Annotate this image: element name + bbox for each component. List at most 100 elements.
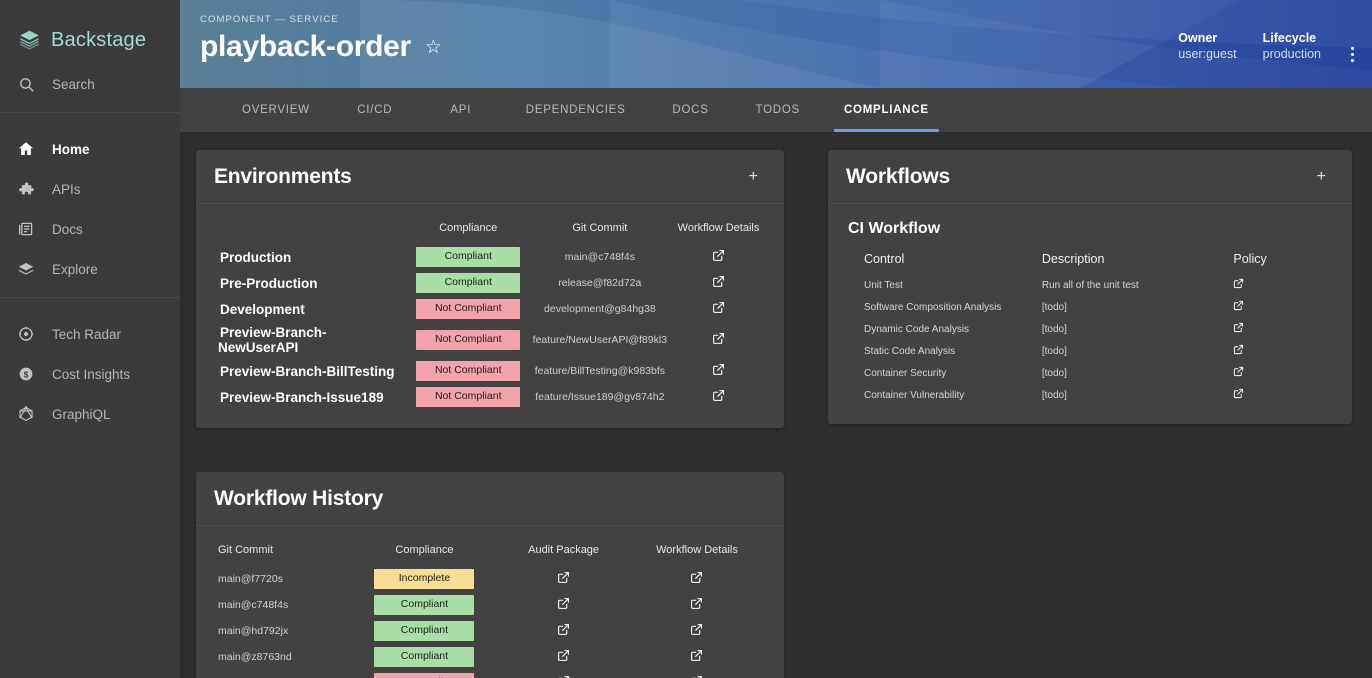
workflow-details-external-link-icon[interactable] (712, 301, 725, 314)
workflow-details-external-link-icon[interactable] (712, 249, 725, 262)
environment-name: Preview-Branch-NewUserAPI (218, 325, 327, 355)
workflows-title: Workflows (846, 165, 950, 188)
sidebar-item-label: Search (52, 76, 95, 92)
entity-page-header: COMPONENT — SERVICE playback-order ☆ Own… (180, 0, 1372, 88)
git-commit-value: main@f7720s (218, 573, 283, 585)
table-row: Pre-Production Compliant release@f82d72a (214, 270, 766, 296)
audit-package-external-link-icon[interactable] (557, 623, 570, 636)
workflow-details-external-link-icon[interactable] (690, 597, 703, 610)
col-compliance: Compliance (439, 222, 498, 234)
brand[interactable]: Backstage (0, 0, 180, 58)
sidebar-item-home[interactable]: Home (0, 129, 180, 169)
tab-docs[interactable]: DOCS (648, 88, 734, 132)
policy-external-link-icon[interactable] (1233, 388, 1244, 399)
workflow-details-external-link-icon[interactable] (712, 363, 725, 376)
compliance-content: Environments + Compliance Git Commit Wor… (180, 132, 1372, 678)
tab-dependencies[interactable]: DEPENDENCIES (504, 88, 648, 132)
control-name: Dynamic Code Analysis (864, 323, 970, 335)
git-commit-value: feature/BillTesting@k983bfs (534, 365, 665, 377)
workflow-history-title: Workflow History (214, 487, 384, 510)
environment-name: Pre-Production (220, 275, 318, 291)
workflow-details-external-link-icon[interactable] (712, 389, 725, 402)
app-root: Backstage Search Home APIs Docs Explore … (0, 0, 1372, 678)
layers-icon (16, 259, 36, 279)
tab-label: DEPENDENCIES (525, 104, 626, 116)
table-row: Dynamic Code Analysis [todo] (846, 318, 1334, 340)
workflow-details-external-link-icon[interactable] (712, 332, 725, 345)
audit-package-external-link-icon[interactable] (557, 571, 570, 584)
environments-card-header: Environments + (196, 150, 784, 204)
radar-icon (16, 324, 36, 344)
workflow-history-table: Git Commit Compliance Audit Package Work… (214, 536, 766, 678)
sidebar-item-docs[interactable]: Docs (0, 209, 180, 249)
col-audit-package: Audit Package (528, 544, 600, 556)
sidebar-item-explore[interactable]: Explore (0, 249, 180, 289)
environment-name: Preview-Branch-BillTesting (220, 363, 395, 379)
tab-api[interactable]: API (418, 88, 504, 132)
sidebar-tools-group: Tech Radar $ Cost Insights GraphiQL (0, 308, 180, 434)
audit-package-external-link-icon[interactable] (557, 649, 570, 662)
workflows-card-body: CI Workflow Control Description Policy U… (828, 204, 1352, 424)
sidebar-item-label: Explore (52, 261, 98, 277)
environment-name: Preview-Branch-Issue189 (220, 389, 384, 405)
workflow-details-external-link-icon[interactable] (690, 649, 703, 662)
control-name: Static Code Analysis (864, 345, 956, 357)
workflow-details-external-link-icon[interactable] (690, 571, 703, 584)
workflow-history-card: Workflow History Git Commit Compliance A… (196, 472, 784, 678)
tab-overview[interactable]: OVERVIEW (220, 88, 332, 132)
add-environment-button[interactable]: + (743, 167, 764, 187)
lifecycle-value: production (1262, 47, 1321, 61)
entity-tabs: OVERVIEW CI/CD API DEPENDENCIES DOCS TODOS COM… (180, 88, 1372, 132)
col-control: Control (864, 252, 905, 266)
control-description: [todo] (1041, 345, 1067, 357)
sidebar-item-cost-insights[interactable]: $ Cost Insights (0, 354, 180, 394)
ci-workflow-table: Control Description Policy Unit Test Run … (846, 248, 1334, 406)
audit-package-external-link-icon[interactable] (557, 597, 570, 610)
lifecycle-label: Lifecycle (1262, 31, 1317, 45)
col-environment (214, 214, 408, 244)
sidebar-item-tech-radar[interactable]: Tech Radar (0, 314, 180, 354)
policy-external-link-icon[interactable] (1233, 366, 1244, 377)
page-title: playback-order (200, 30, 411, 63)
tab-label: API (450, 104, 472, 116)
policy-external-link-icon[interactable] (1233, 300, 1244, 311)
policy-external-link-icon[interactable] (1233, 344, 1244, 355)
sidebar-item-search[interactable]: Search (0, 64, 180, 104)
policy-external-link-icon[interactable] (1233, 278, 1244, 289)
kebab-menu-icon[interactable] (1351, 30, 1354, 62)
status-badge: Not Compliant (416, 387, 521, 407)
status-badge: Not Compliant (416, 299, 521, 319)
table-row: Preview-Branch-BillTesting Not Compliant f… (214, 358, 766, 384)
col-git-commit: Git Commit (572, 222, 628, 234)
svg-text:$: $ (24, 370, 29, 379)
col-compliance: Compliance (395, 544, 454, 556)
git-commit-value: main@z8763nd (218, 651, 292, 663)
sidebar-search-group: Search (0, 58, 180, 104)
policy-external-link-icon[interactable] (1233, 322, 1244, 333)
table-header-row: Git Commit Compliance Audit Package Work… (214, 536, 766, 566)
workflow-details-external-link-icon[interactable] (690, 623, 703, 636)
table-row: main@c39809z Not Compliant (214, 670, 766, 678)
right-column: Workflows + CI Workflow Control Descript… (828, 150, 1352, 678)
control-description: [todo] (1041, 301, 1067, 313)
star-outline-icon[interactable]: ☆ (425, 38, 442, 57)
control-description: [todo] (1041, 389, 1067, 401)
tab-todos[interactable]: TODOS (734, 88, 822, 132)
owner-value: user:guest (1178, 47, 1237, 61)
add-workflow-button[interactable]: + (1311, 167, 1332, 187)
sidebar-item-graphiql[interactable]: GraphiQL (0, 394, 180, 434)
git-commit-value: release@f82d72a (558, 277, 642, 289)
control-description: [todo] (1041, 367, 1067, 379)
environment-name: Development (220, 301, 305, 317)
status-badge: Not Compliant (416, 361, 521, 381)
status-badge: Not Compliant (416, 330, 521, 350)
workflow-details-external-link-icon[interactable] (712, 275, 725, 288)
table-row: main@hd792jx Compliant (214, 618, 766, 644)
sidebar-item-apis[interactable]: APIs (0, 169, 180, 209)
tab-compliance[interactable]: COMPLIANCE (822, 88, 951, 132)
tab-ci-cd[interactable]: CI/CD (332, 88, 418, 132)
home-icon (16, 139, 36, 159)
graphql-icon (16, 404, 36, 424)
table-row: Container Security [todo] (846, 362, 1334, 384)
git-commit-value: development@g84hg38 (544, 303, 656, 315)
